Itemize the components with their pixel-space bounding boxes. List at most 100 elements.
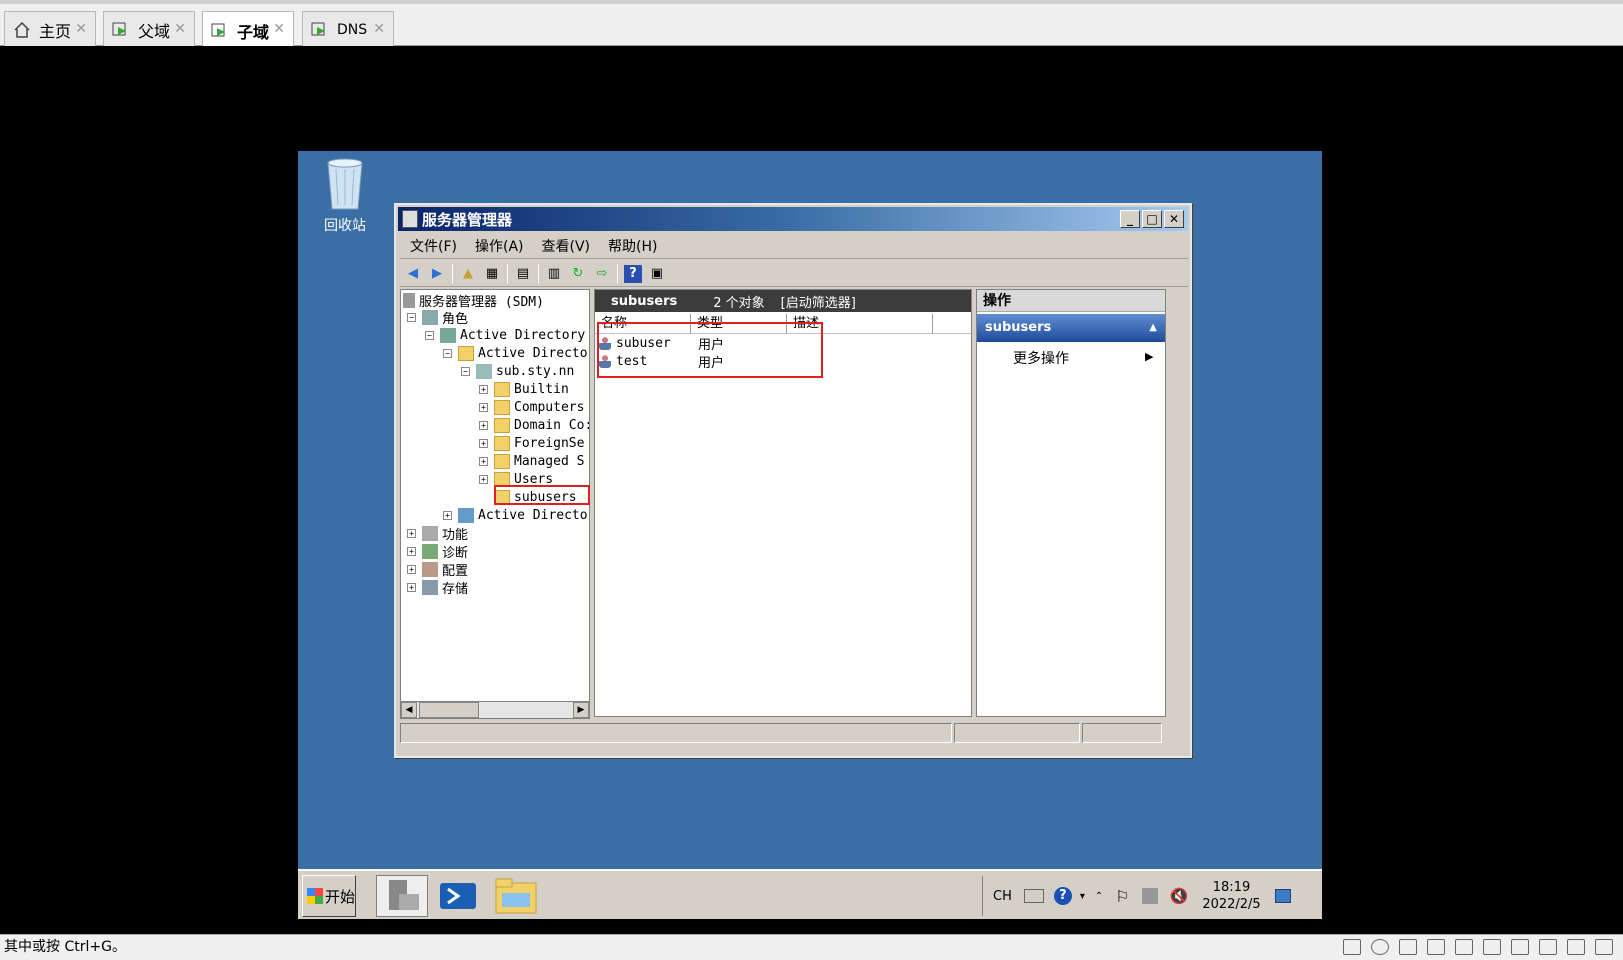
refresh-icon[interactable]: ↻: [569, 265, 587, 283]
show-action-pane-icon[interactable]: ▣: [648, 265, 666, 283]
recycle-bin-label: 回收站: [324, 218, 366, 234]
tree-ad-ds[interactable]: − Active Directory: [425, 326, 585, 344]
taskbar-explorer[interactable]: [492, 875, 544, 917]
expand-icon[interactable]: +: [479, 402, 488, 412]
tree-storage[interactable]: + 存储: [407, 578, 468, 597]
network-icon[interactable]: [1141, 888, 1158, 904]
tree-ou[interactable]: + Computers: [479, 398, 584, 416]
scroll-thumb[interactable]: [419, 702, 479, 718]
expand-icon[interactable]: +: [479, 456, 488, 466]
close-icon[interactable]: ✕: [75, 21, 87, 37]
sound-icon[interactable]: [1455, 939, 1473, 955]
collapse-icon[interactable]: −: [461, 366, 470, 376]
up-folder-icon[interactable]: ▲: [459, 265, 477, 283]
tree-ad-users[interactable]: − Active Directo: [443, 344, 588, 362]
back-arrow-icon[interactable]: ◀: [404, 265, 422, 283]
tree-roles[interactable]: − 角色: [407, 308, 468, 327]
help-icon[interactable]: ?: [1053, 887, 1072, 905]
tree-label: Builtin: [514, 381, 569, 397]
expand-icon[interactable]: +: [479, 438, 488, 448]
tab-child-domain[interactable]: 子域 ✕: [202, 11, 294, 49]
scroll-right-icon[interactable]: ▶: [573, 702, 589, 718]
menu-file[interactable]: 文件(F): [410, 236, 457, 256]
maximize-button[interactable]: □: [1142, 210, 1162, 228]
clock[interactable]: 18:19 2022/2/5: [1202, 879, 1260, 913]
removable-device-icon[interactable]: [1567, 939, 1585, 955]
menu-help[interactable]: 帮助(H): [608, 236, 657, 256]
results-title: subusers: [611, 293, 678, 309]
show-desktop-icon[interactable]: [1274, 889, 1291, 903]
printer-icon[interactable]: [1427, 939, 1445, 955]
tree-root[interactable]: 服务器管理器 (SDM): [403, 291, 544, 310]
tab-parent-domain[interactable]: 父域 ✕: [103, 11, 195, 47]
expand-icon[interactable]: +: [479, 420, 488, 430]
menu-view[interactable]: 查看(V): [542, 236, 591, 256]
tree-diagnostics[interactable]: + 诊断: [407, 542, 468, 561]
expand-icon[interactable]: +: [479, 474, 488, 484]
status-section: [954, 723, 1080, 743]
help-icon[interactable]: ?: [624, 264, 642, 283]
language-indicator[interactable]: CH: [993, 889, 1012, 904]
clipboard-icon[interactable]: ▤: [514, 265, 532, 283]
taskbar-powershell[interactable]: [434, 875, 486, 917]
object-count: 2 个对象: [713, 295, 765, 311]
tray-separator: [982, 876, 983, 916]
window-titlebar[interactable]: 服务器管理器 _ □ ✕: [398, 207, 1188, 231]
keyboard-icon[interactable]: [1023, 889, 1044, 903]
expand-icon[interactable]: +: [407, 582, 416, 592]
collapse-icon[interactable]: −: [407, 312, 416, 322]
camera-icon[interactable]: [1511, 939, 1529, 955]
tray-options-icon[interactable]: ▾: [1080, 891, 1085, 902]
expand-icon[interactable]: +: [479, 384, 488, 394]
usb-icon[interactable]: [1483, 939, 1501, 955]
tab-home[interactable]: 主页 ✕: [4, 11, 96, 47]
actions-selected-group[interactable]: subusers ▲: [977, 314, 1165, 342]
minimize-button[interactable]: _: [1120, 210, 1140, 228]
tree-ad-other[interactable]: + Active Directo: [443, 506, 588, 524]
submenu-arrow-icon: ▶: [1145, 350, 1154, 363]
expand-icon[interactable]: +: [443, 510, 452, 520]
close-button[interactable]: ✕: [1164, 210, 1184, 228]
tree-ou[interactable]: + Builtin: [479, 380, 569, 398]
action-center-flag-icon[interactable]: ⚐: [1115, 887, 1129, 906]
tree-horizontal-scrollbar[interactable]: ◀ ▶: [400, 701, 590, 719]
menu-action[interactable]: 操作(A): [475, 236, 524, 256]
hard-disk-icon[interactable]: [1343, 939, 1361, 955]
show-hidden-icons-icon[interactable]: ⌃: [1095, 891, 1103, 902]
network-adapter-icon[interactable]: [1399, 939, 1417, 955]
close-icon[interactable]: ✕: [373, 21, 385, 37]
tree-label: Active Directory: [460, 327, 586, 343]
tab-dns[interactable]: DNS ✕: [302, 11, 394, 47]
taskbar-server-manager[interactable]: [376, 875, 428, 917]
toolbar-separator: [507, 263, 508, 284]
forward-arrow-icon[interactable]: ▶: [428, 265, 446, 283]
tree-features[interactable]: + 功能: [407, 524, 468, 543]
close-icon[interactable]: ✕: [174, 21, 186, 37]
recycle-bin[interactable]: 回收站: [310, 157, 380, 237]
start-button[interactable]: 开始: [302, 875, 356, 917]
collapse-icon[interactable]: −: [443, 348, 452, 358]
close-icon[interactable]: ✕: [273, 21, 285, 37]
export-list-icon[interactable]: ⇨: [593, 265, 611, 283]
tree-ou[interactable]: + ForeignSe: [479, 434, 584, 452]
collapse-up-icon[interactable]: ▲: [1149, 314, 1157, 342]
expand-icon[interactable]: +: [407, 546, 416, 556]
printer-icon[interactable]: [1539, 939, 1557, 955]
cd-drive-icon[interactable]: [1371, 939, 1389, 955]
expand-icon[interactable]: +: [407, 528, 416, 538]
tree-configuration[interactable]: + 配置: [407, 560, 468, 579]
volume-muted-icon[interactable]: 🔇: [1170, 887, 1189, 905]
clock-date: 2022/2/5: [1202, 897, 1261, 912]
tab-label: 子域: [237, 22, 270, 42]
show-hide-tree-icon[interactable]: ▦: [483, 265, 501, 283]
message-icon[interactable]: [1595, 939, 1613, 955]
expand-icon[interactable]: +: [407, 564, 416, 574]
tree-ou[interactable]: + Managed S: [479, 452, 584, 470]
collapse-icon[interactable]: −: [425, 330, 434, 340]
scroll-left-icon[interactable]: ◀: [401, 702, 417, 718]
highlight-box: [597, 322, 823, 378]
more-actions-item[interactable]: 更多操作 ▶: [1013, 348, 1153, 368]
tree-domain[interactable]: − sub.sty.nn: [461, 362, 574, 380]
tree-ou[interactable]: + Domain Co:: [479, 416, 589, 434]
properties-icon[interactable]: ▥: [545, 265, 563, 283]
